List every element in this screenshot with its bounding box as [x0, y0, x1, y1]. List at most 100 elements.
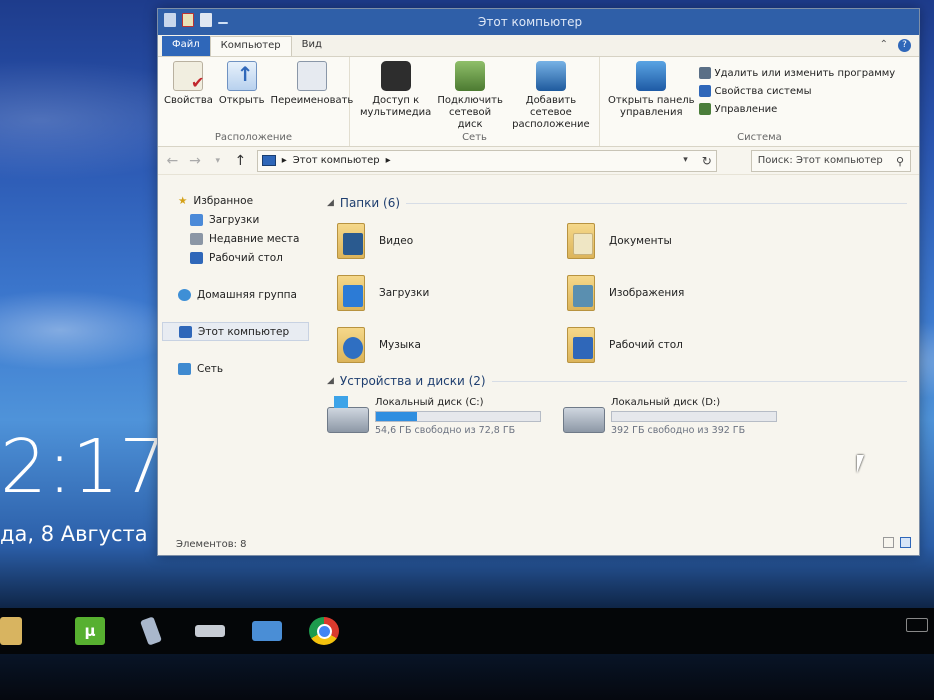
windows-logo-icon: [334, 396, 348, 408]
quick-access-toolbar: [164, 13, 228, 27]
taskbar: µ: [0, 608, 934, 654]
star-icon: ★: [178, 194, 188, 207]
drive-usage-bar: [611, 411, 777, 422]
drive-c[interactable]: Локальный диск (C:) 54,6 ГБ свободно из …: [327, 396, 557, 436]
file-explorer-taskbar-icon[interactable]: [0, 617, 22, 645]
group-system: Открыть панель управления Удалить или из…: [600, 57, 919, 146]
nav-downloads[interactable]: Загрузки: [158, 210, 313, 229]
folder-documents[interactable]: Документы: [563, 219, 793, 263]
desktop-icon: [190, 251, 203, 264]
drive-name: Локальный диск (D:): [611, 397, 721, 408]
music-folder-icon: [333, 325, 369, 365]
utorrent-taskbar-icon[interactable]: µ: [75, 617, 105, 645]
computer-icon: [179, 325, 192, 338]
homegroup-icon: [178, 288, 191, 301]
customize-toolbar-icon[interactable]: [218, 22, 228, 24]
breadcrumb[interactable]: Этот компьютер: [293, 155, 380, 166]
group-location: Свойства Открыть Переименовать Расположе…: [158, 57, 353, 146]
breadcrumb-separator-icon[interactable]: ▸: [386, 155, 391, 166]
drive-icon: [563, 407, 605, 433]
nav-favorites[interactable]: ★ Избранное: [158, 191, 313, 210]
drive-free-space: 392 ГБ свободно из 392 ГБ: [611, 425, 746, 436]
clock-date: да, 8 Августа: [0, 522, 148, 546]
drive-d[interactable]: Локальный диск (D:) 392 ГБ свободно из 3…: [563, 397, 793, 436]
tool-taskbar-icon[interactable]: [139, 616, 163, 646]
documents-folder-icon: [563, 221, 599, 261]
ribbon: Свойства Открыть Переименовать Расположе…: [158, 57, 919, 147]
nav-desktop[interactable]: Рабочий стол: [158, 248, 313, 267]
folder-desktop[interactable]: Рабочий стол: [563, 323, 793, 367]
videos-folder-icon: [333, 221, 369, 261]
new-folder-quick-icon[interactable]: [200, 13, 212, 27]
address-bar[interactable]: ▸ Этот компьютер ▸ ▾ ↻: [256, 149, 717, 172]
breadcrumb-separator-icon[interactable]: ▸: [282, 155, 287, 166]
folder-music[interactable]: Музыка: [333, 323, 563, 367]
nav-recent[interactable]: Недавние места: [158, 229, 313, 248]
tab-computer[interactable]: Компьютер: [209, 36, 292, 56]
content-pane: ◢ Папки (6) Видео Документы Загрузки Изо…: [313, 187, 919, 533]
folders-section-header[interactable]: ◢ Папки (6): [327, 193, 919, 213]
window-title: Этот компьютер: [478, 15, 583, 29]
system-properties-icon: [698, 85, 711, 97]
group-network: Доступ к мультимедиа Подключить сетевой …: [350, 57, 600, 146]
forward-icon[interactable]: →: [189, 153, 202, 169]
properties-icon: [173, 61, 204, 92]
window-icon[interactable]: [164, 13, 176, 27]
manage-button[interactable]: Управление: [698, 103, 896, 115]
mouse-cursor-icon: [857, 455, 864, 473]
nav-this-pc[interactable]: Этот компьютер: [162, 322, 309, 341]
folders-grid: Видео Документы Загрузки Изображения Муз…: [327, 219, 919, 367]
devices-section-header[interactable]: ◢ Устройства и диски (2): [327, 371, 919, 391]
group-label-location: Расположение: [214, 132, 293, 143]
up-icon[interactable]: ↑: [234, 153, 247, 169]
uninstall-program-button[interactable]: Удалить или изменить программу: [698, 67, 895, 79]
ribbon-tabs: Файл Компьютер Вид ⌃ ?: [158, 35, 919, 57]
network-icon: [178, 362, 191, 375]
collapse-chevron-icon[interactable]: ◢: [327, 198, 334, 208]
folder-downloads[interactable]: Загрузки: [333, 271, 563, 315]
search-icon[interactable]: ⚲: [896, 155, 904, 168]
ribbon-collapse-icon[interactable]: ⌃: [880, 39, 888, 52]
keyboard-icon[interactable]: [906, 618, 928, 632]
group-label-system: Система: [737, 132, 782, 143]
rename-icon: [296, 61, 327, 91]
computer-icon: [261, 155, 276, 166]
recent-places-icon: [190, 232, 203, 245]
group-label-network: Сеть: [462, 132, 487, 143]
drives-list: Локальный диск (C:) 54,6 ГБ свободно из …: [327, 396, 919, 436]
folder-pictures[interactable]: Изображения: [563, 271, 793, 315]
this-pc-taskbar-icon[interactable]: [252, 621, 282, 641]
downloads-folder-icon: [333, 273, 369, 313]
large-icons-view-icon[interactable]: [900, 537, 911, 548]
pictures-folder-icon: [563, 273, 599, 313]
downloads-icon: [190, 213, 203, 226]
system-properties-button[interactable]: Свойства системы: [698, 85, 896, 97]
drive-name: Локальный диск (C:): [375, 397, 484, 408]
status-bar: Элементов: 8: [158, 533, 919, 555]
recent-locations-icon[interactable]: ▾: [211, 156, 224, 166]
uninstall-icon: [698, 67, 711, 79]
open-icon: [226, 61, 257, 91]
collapse-chevron-icon[interactable]: ◢: [327, 376, 334, 386]
drive-taskbar-icon[interactable]: [195, 625, 225, 637]
folder-videos[interactable]: Видео: [333, 219, 563, 263]
tab-file[interactable]: Файл: [162, 36, 210, 56]
back-icon[interactable]: ←: [166, 153, 179, 169]
chrome-taskbar-icon[interactable]: [309, 617, 339, 645]
search-input[interactable]: Поиск: Этот компьютер ⚲: [750, 149, 911, 172]
network-location-icon: [535, 61, 566, 91]
details-view-icon[interactable]: [883, 537, 894, 548]
nav-network[interactable]: Сеть: [158, 359, 313, 378]
map-network-drive-icon: [455, 61, 486, 91]
drive-free-space: 54,6 ГБ свободно из 72,8 ГБ: [375, 425, 516, 436]
nav-homegroup[interactable]: Домашняя группа: [158, 285, 313, 304]
properties-quick-icon[interactable]: [182, 13, 194, 27]
item-count: Элементов: 8: [176, 538, 247, 550]
address-dropdown-icon[interactable]: ▾: [683, 155, 688, 165]
tab-view[interactable]: Вид: [292, 36, 332, 56]
manage-icon: [698, 103, 711, 115]
media-access-icon: [380, 61, 411, 91]
help-icon[interactable]: ?: [898, 39, 911, 52]
refresh-icon[interactable]: ↻: [702, 154, 712, 168]
navigation-pane: ★ Избранное Загрузки Недавние места Рабо…: [158, 187, 313, 533]
